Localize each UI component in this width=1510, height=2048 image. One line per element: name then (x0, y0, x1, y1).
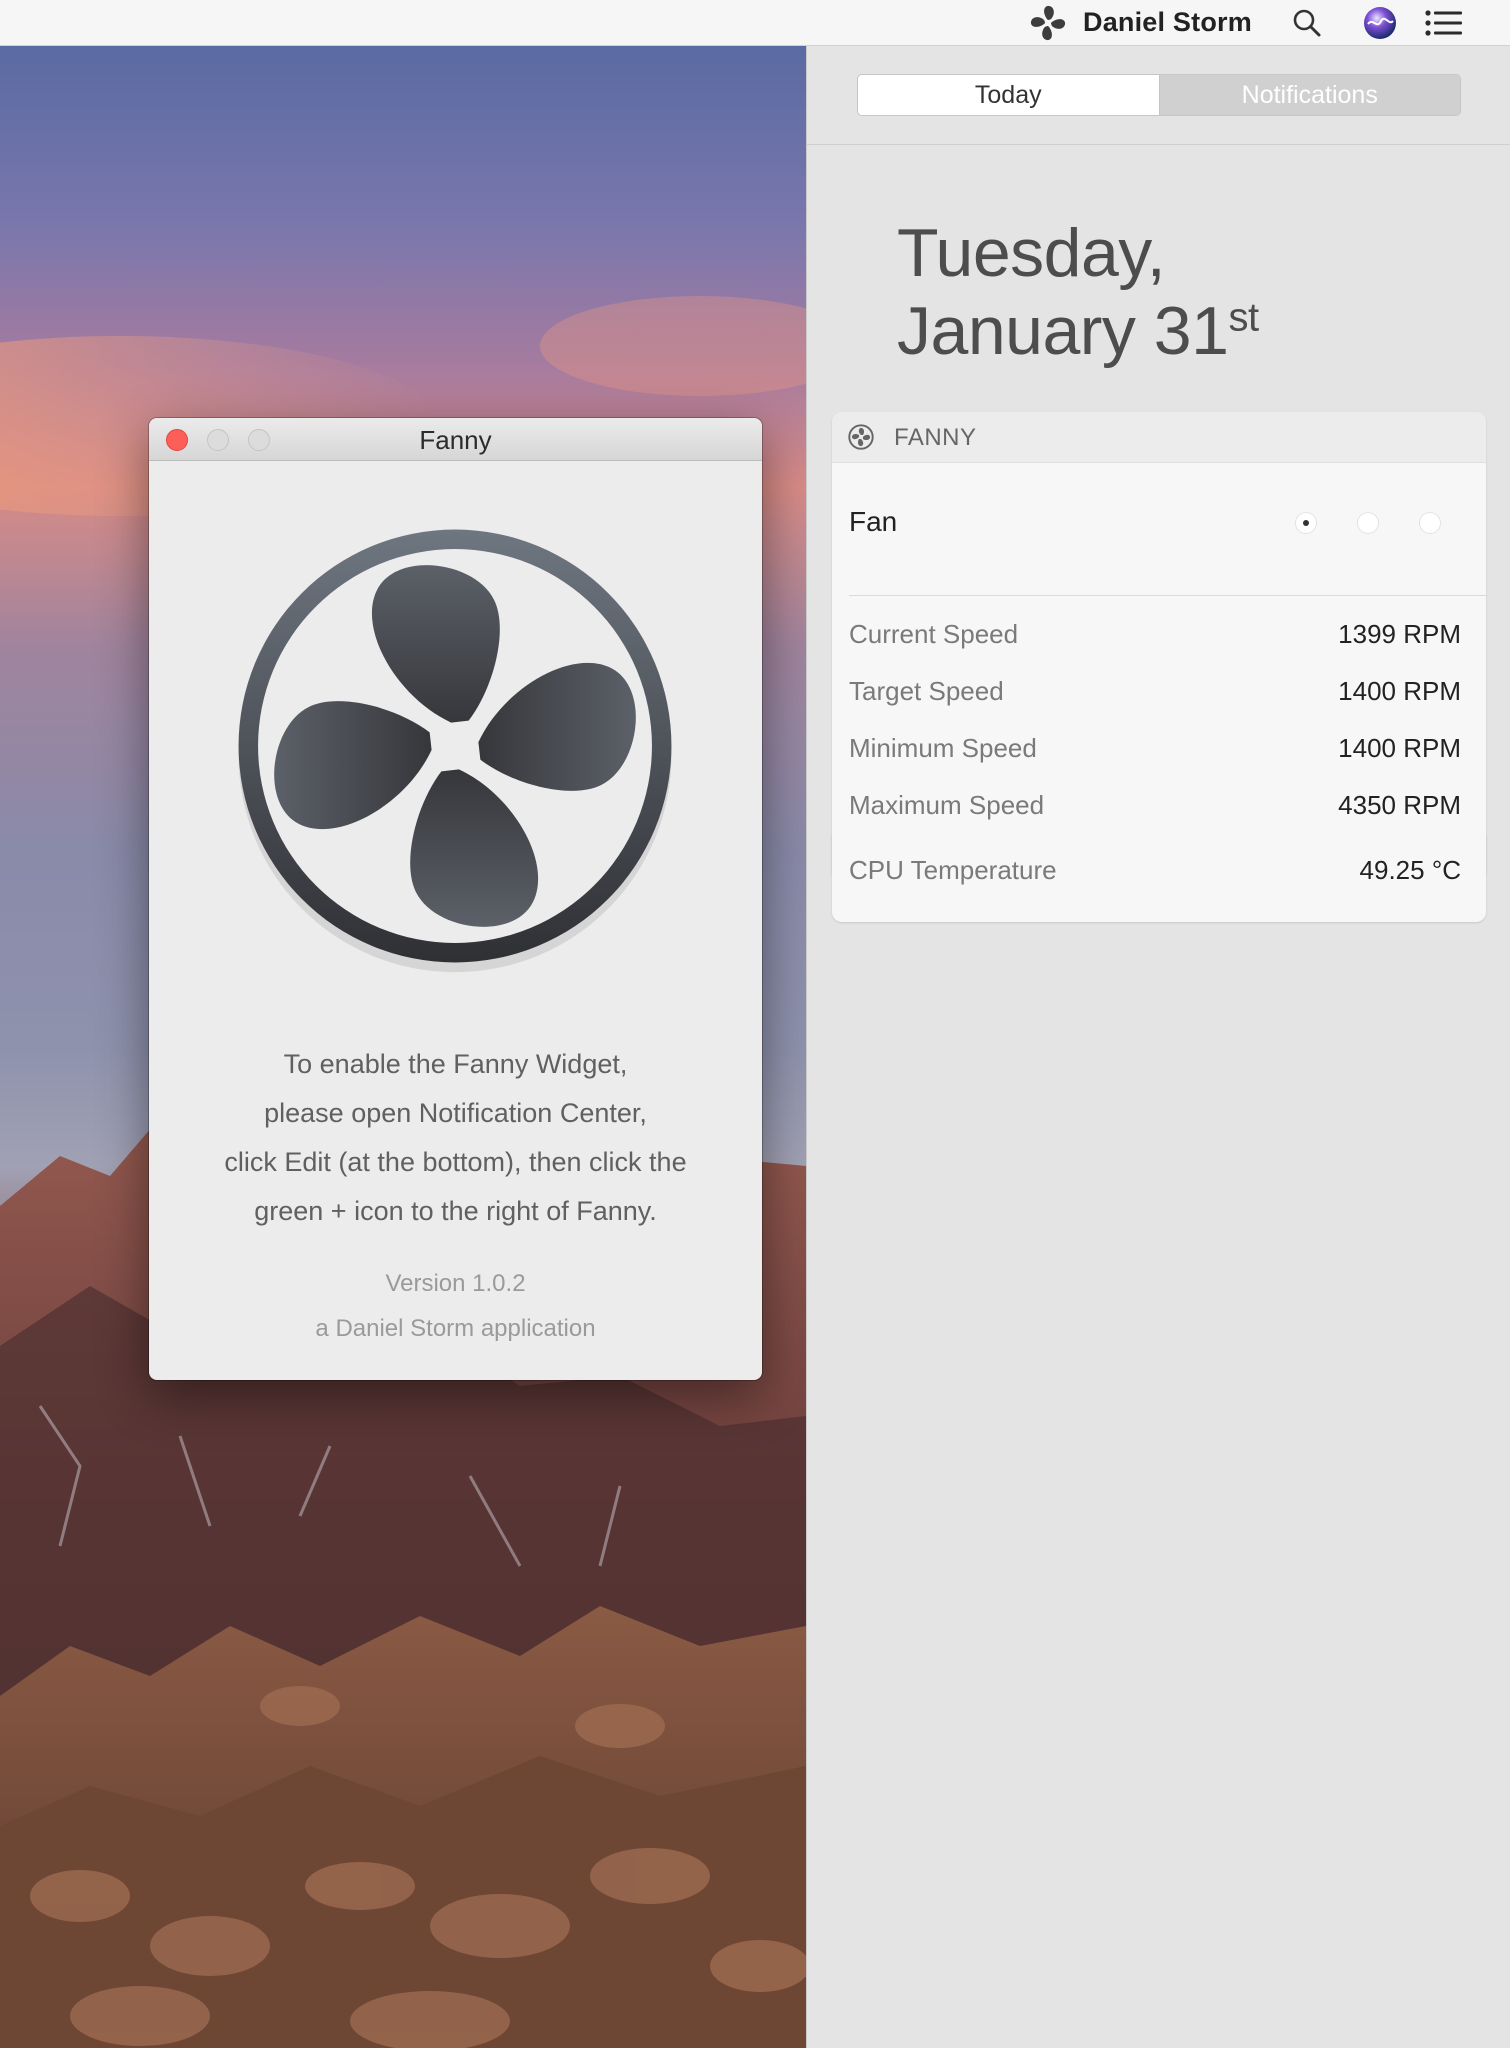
stat-row-target-speed: Target Speed 1400 RPM (849, 671, 1461, 711)
tab-notifications[interactable]: Notifications (1159, 75, 1460, 115)
fan-page-dot-3[interactable] (1419, 512, 1441, 534)
stat-label: CPU Temperature (849, 854, 1057, 885)
version-label: Version 1.0.2 (385, 1270, 526, 1297)
instruction-line: please open Notification Center, (264, 1098, 647, 1128)
window-titlebar[interactable]: Fanny (149, 418, 762, 461)
fanny-widget-temperature-section: CPU Temperature 49.25 °C (832, 834, 1486, 922)
instruction-line: To enable the Fanny Widget, (283, 1049, 628, 1079)
fan-label: Fan (849, 506, 898, 537)
setup-instructions: To enable the Fanny Widget, please open … (149, 1040, 762, 1236)
notification-center-icon (1425, 9, 1462, 36)
notification-center-panel: Today Notifications Tuesday, January 31s… (806, 46, 1510, 2048)
nc-segmented-control: Today Notifications (857, 74, 1461, 116)
today-date: Tuesday, January 31st (897, 214, 1259, 370)
stat-value: 1399 RPM (1338, 618, 1461, 649)
stat-label: Target Speed (849, 675, 1004, 706)
stat-row-minimum-speed: Minimum Speed 1400 RPM (849, 728, 1461, 768)
divider (849, 595, 1486, 596)
stat-label: Current Speed (849, 618, 1019, 649)
date-month-day: January 31st (897, 292, 1259, 370)
fan-icon (848, 424, 874, 450)
stat-label: Minimum Speed (849, 732, 1037, 763)
notification-center-button[interactable] (1420, 0, 1468, 45)
stat-row-cpu-temperature: CPU Temperature 49.25 °C (849, 850, 1461, 890)
fanny-app-icon (221, 512, 689, 985)
date-weekday: Tuesday, (897, 215, 1166, 291)
date-suffix: st (1228, 295, 1259, 340)
widget-header: FANNY (832, 412, 1486, 463)
stat-value: 1400 RPM (1338, 675, 1461, 706)
divider (807, 144, 1510, 145)
fan-page-dot-1[interactable] (1295, 512, 1317, 534)
fanny-widget: FANNY Fan Current Speed 1399 RPM Target … (832, 412, 1486, 880)
widget-icon (848, 424, 874, 455)
date-month-day-text: January 31 (897, 293, 1229, 369)
fan-page-dot-2[interactable] (1357, 512, 1379, 534)
stat-value: 4350 RPM (1338, 789, 1461, 820)
instruction-line: green + icon to the right of Fanny. (254, 1196, 657, 1226)
menu-bar: Daniel Storm (0, 0, 1510, 46)
fan-icon (1030, 5, 1066, 40)
siri-button[interactable] (1360, 0, 1400, 45)
fanny-app-window: Fanny To enable the Fanny Widget, please… (149, 418, 762, 1380)
widget-title: FANNY (894, 424, 977, 451)
developer-byline: a Daniel Storm application (315, 1315, 596, 1342)
tab-today[interactable]: Today (858, 75, 1160, 115)
stat-row-current-speed: Current Speed 1399 RPM (849, 614, 1461, 654)
window-title: Fanny (419, 425, 492, 455)
stat-row-maximum-speed: Maximum Speed 4350 RPM (849, 785, 1461, 825)
search-icon (1293, 9, 1321, 36)
stat-value: 1400 RPM (1338, 732, 1461, 763)
stat-value: 49.25 °C (1359, 854, 1461, 885)
stat-label: Maximum Speed (849, 789, 1045, 820)
instruction-line: click Edit (at the bottom), then click t… (224, 1147, 687, 1177)
siri-icon (1364, 6, 1396, 39)
user-name[interactable]: Daniel Storm (1083, 0, 1252, 45)
spotlight-button[interactable] (1290, 0, 1324, 45)
fan-icon (238, 529, 672, 973)
fan-menu-icon[interactable] (1026, 0, 1070, 45)
